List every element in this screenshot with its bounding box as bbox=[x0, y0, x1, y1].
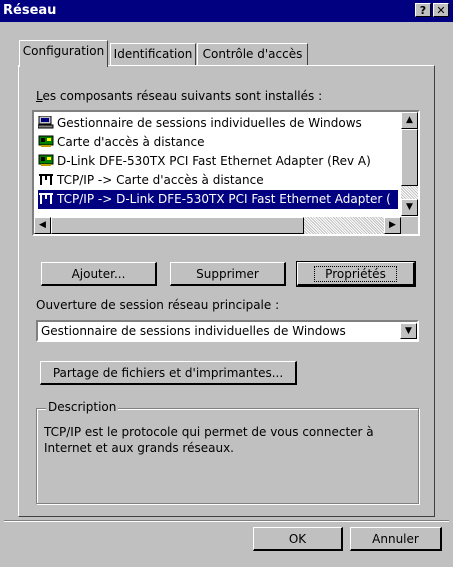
scroll-right-button[interactable]: ▶ bbox=[384, 217, 401, 234]
protocol-icon bbox=[38, 192, 54, 205]
logon-select[interactable]: Gestionnaire de sessions individuelles d… bbox=[36, 320, 419, 342]
remove-button[interactable]: Supprimer bbox=[170, 262, 286, 286]
tab-identification-label: Identification bbox=[113, 47, 193, 61]
client-icon bbox=[37, 115, 54, 129]
list-item-selected[interactable]: TCP/IP -> D-Link DFE-530TX PCI Fast Ethe… bbox=[38, 190, 398, 209]
properties-button[interactable]: Propriétés bbox=[296, 261, 416, 287]
properties-button-label: Propriétés bbox=[314, 266, 397, 282]
title-bar[interactable]: Réseau ? ✕ bbox=[0, 0, 453, 22]
list-item-label: Carte d'accès à distance bbox=[57, 135, 205, 149]
network-card-icon bbox=[38, 154, 54, 167]
arrow-up-icon: ▲ bbox=[406, 115, 413, 125]
scroll-h-thumb[interactable] bbox=[51, 217, 304, 234]
tab-access-control[interactable]: Contrôle d'accès bbox=[197, 43, 308, 65]
vertical-scrollbar[interactable]: ▲ ▼ bbox=[401, 112, 418, 216]
logon-label: Ouverture de session réseau principale : bbox=[36, 298, 280, 312]
bottom-separator bbox=[4, 520, 449, 522]
list-item[interactable]: Carte d'accès à distance bbox=[38, 133, 205, 152]
list-item[interactable]: Gestionnaire de sessions individuelles d… bbox=[37, 114, 362, 133]
components-label: Les composants réseau suivants sont inst… bbox=[36, 89, 323, 103]
add-button[interactable]: Ajouter... bbox=[41, 262, 157, 286]
help-button[interactable]: ? bbox=[415, 3, 431, 17]
description-group bbox=[36, 408, 419, 504]
tab-identification[interactable]: Identification bbox=[110, 43, 196, 65]
ok-button[interactable]: OK bbox=[253, 527, 343, 551]
description-text: TCP/IP est le protocole qui permet de vo… bbox=[44, 425, 374, 455]
scroll-up-button[interactable]: ▲ bbox=[401, 112, 418, 129]
cancel-button[interactable]: Annuler bbox=[350, 527, 442, 551]
network-card-icon bbox=[38, 135, 54, 148]
arrow-right-icon: ▶ bbox=[389, 220, 396, 230]
description-title: Description bbox=[46, 400, 119, 414]
window-title: Réseau bbox=[3, 3, 57, 18]
list-item[interactable]: TCP/IP -> Carte d'accès à distance bbox=[38, 171, 264, 190]
protocol-icon bbox=[38, 173, 54, 186]
tab-configuration-label: Configuration bbox=[22, 44, 105, 58]
scroll-corner bbox=[401, 217, 418, 234]
components-list[interactable]: Gestionnaire de sessions individuelles d… bbox=[32, 110, 420, 236]
list-item-label: D-Link DFE-530TX PCI Fast Ethernet Adapt… bbox=[57, 154, 371, 168]
scroll-left-button[interactable]: ◀ bbox=[34, 217, 51, 234]
horizontal-scrollbar[interactable]: ◀ ▶ bbox=[34, 217, 401, 234]
tab-configuration[interactable]: Configuration bbox=[19, 40, 108, 67]
list-item-label: TCP/IP -> D-Link DFE-530TX PCI Fast Ethe… bbox=[57, 192, 391, 206]
chevron-down-icon: ▼ bbox=[405, 326, 412, 336]
scroll-down-button[interactable]: ▼ bbox=[401, 199, 418, 216]
arrow-down-icon: ▼ bbox=[406, 202, 413, 212]
list-item[interactable]: D-Link DFE-530TX PCI Fast Ethernet Adapt… bbox=[38, 152, 371, 171]
list-item-label: Gestionnaire de sessions individuelles d… bbox=[57, 116, 362, 130]
dropdown-button[interactable]: ▼ bbox=[400, 323, 417, 339]
tab-access-control-label: Contrôle d'accès bbox=[202, 47, 303, 61]
close-button[interactable]: ✕ bbox=[433, 3, 449, 17]
scroll-thumb[interactable] bbox=[401, 129, 418, 186]
close-icon: ✕ bbox=[436, 4, 446, 17]
arrow-left-icon: ◀ bbox=[39, 220, 46, 230]
logon-select-value: Gestionnaire de sessions individuelles d… bbox=[41, 324, 346, 338]
list-item-label: TCP/IP -> Carte d'accès à distance bbox=[57, 173, 264, 187]
file-printer-sharing-button[interactable]: Partage de fichiers et d'imprimantes... bbox=[40, 361, 297, 385]
